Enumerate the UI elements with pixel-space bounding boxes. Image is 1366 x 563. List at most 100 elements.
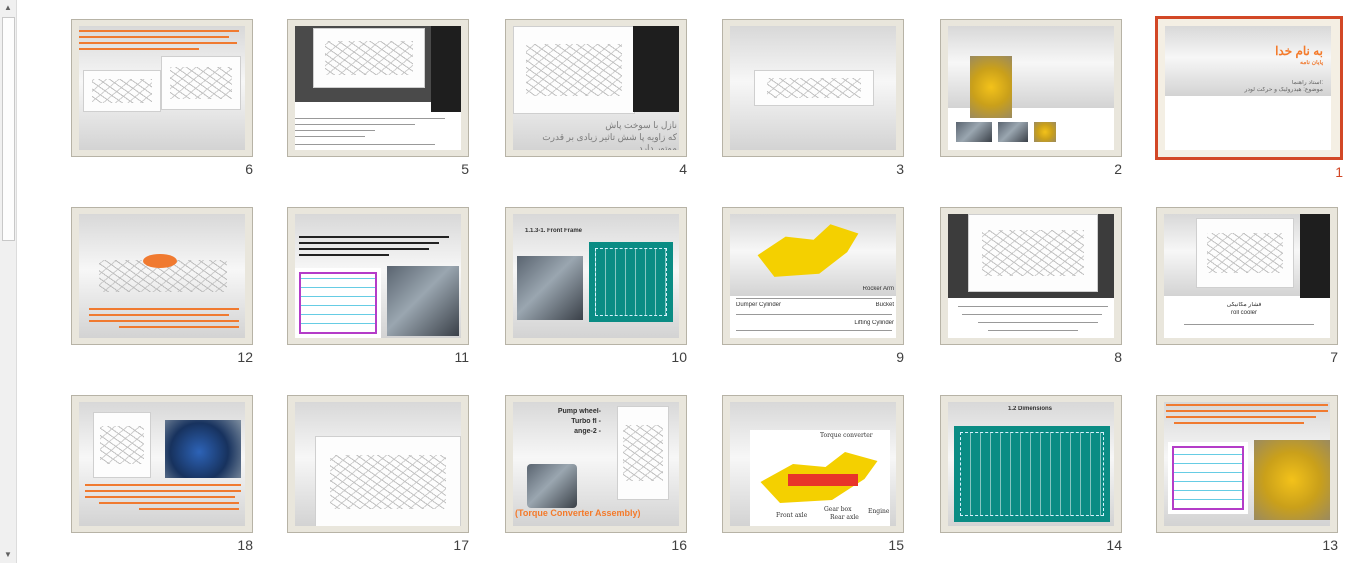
slide-content: Torque converter Front axle Gear box Rea… <box>730 402 896 526</box>
slide-thumbnail-15[interactable]: Torque converter Front axle Gear box Rea… <box>722 395 904 553</box>
text-line <box>736 298 892 299</box>
slide-thumbnail-3[interactable]: 3 <box>722 19 904 177</box>
slide-number: 7 <box>1330 349 1338 365</box>
slide-number: 8 <box>1114 349 1122 365</box>
slide-number: 9 <box>896 349 904 365</box>
text-line <box>99 502 239 504</box>
slide-diagram <box>161 56 241 110</box>
slide-heading: 1.2 Dimensions <box>1008 406 1053 412</box>
text-line <box>89 320 239 322</box>
slide-content <box>730 26 896 150</box>
slide-thumbnail-13[interactable]: 13 <box>1156 395 1338 553</box>
slide-label: roll cooler <box>1230 310 1257 316</box>
slide-label: Rocker Arm <box>862 286 894 292</box>
slide-content: Pump wheel- Turbo fl - ange-2 - (Torque … <box>513 402 679 526</box>
slide-diagram <box>513 26 635 114</box>
slide-label: فشار مکانیکی <box>1226 302 1262 308</box>
text-line <box>295 144 435 145</box>
text-line <box>299 236 449 238</box>
slide-thumbnail-10[interactable]: 1.1.3-1. Front Frame 10 <box>505 207 687 365</box>
slide-photo <box>1254 440 1330 520</box>
scroll-down-arrow-icon[interactable]: ▼ <box>0 547 16 563</box>
slide-bullet: Turbo fl - <box>571 418 601 425</box>
slide-label: Engine <box>868 508 890 515</box>
vertical-scrollbar[interactable]: ▲ ▼ <box>0 0 17 563</box>
slide-diagram <box>83 70 161 112</box>
slide-thumbnail-17[interactable]: 17 <box>287 395 469 553</box>
slide-content: 1.2 Dimensions <box>948 402 1114 526</box>
slide-thumbnail-5[interactable]: 5 <box>287 19 469 177</box>
slide-diagram <box>315 436 461 526</box>
slide-label: Front axle <box>776 512 808 519</box>
slide-thumbnail-12[interactable]: 12 <box>71 207 253 365</box>
text-line <box>89 314 229 316</box>
text-line <box>295 130 375 131</box>
slide-content <box>79 402 245 526</box>
drivetrain-shape <box>788 474 858 486</box>
slide-thumbnail-9[interactable]: Rocker Arm Bucket Dumper Cylinder Liftin… <box>722 207 904 365</box>
text-line <box>295 136 365 137</box>
slide-thumbnail-1[interactable]: به نام خدا پایان نامه استاد راهنما: موضو… <box>1155 16 1343 180</box>
slide-content <box>948 214 1114 338</box>
text-line <box>1166 404 1328 406</box>
slide-thumbnail-4[interactable]: نازل با سوخت پاش که زاویه پا شش تاثیر زی… <box>505 19 687 177</box>
slide-number: 15 <box>888 537 904 553</box>
slide-diagram <box>954 426 1110 522</box>
scroll-thumb[interactable] <box>2 17 15 241</box>
slide-thumbnail-2[interactable]: 2 <box>940 19 1122 177</box>
slide-content: به نام خدا پایان نامه استاد راهنما: موضو… <box>1165 26 1331 150</box>
slide-thumbnail-14[interactable]: 1.2 Dimensions 14 <box>940 395 1122 553</box>
text-line <box>295 118 445 119</box>
text-line <box>1166 416 1316 418</box>
slide-thumbnail-18[interactable]: 18 <box>71 395 253 553</box>
text-line <box>79 30 239 32</box>
slide-diagram <box>1196 218 1294 288</box>
slide-number: 12 <box>237 349 253 365</box>
slide-photo <box>527 464 577 508</box>
scroll-up-arrow-icon[interactable]: ▲ <box>0 0 16 16</box>
slide-thumbnail-8[interactable]: 8 <box>940 207 1122 365</box>
slide-content <box>1164 402 1330 526</box>
slide-content <box>948 26 1114 150</box>
slide-sorter-grid: به نام خدا پایان نامه استاد راهنما: موضو… <box>16 0 1366 563</box>
slide-thumbnail-6[interactable]: 6 <box>71 19 253 177</box>
slide-content <box>79 214 245 338</box>
slide-diagram <box>93 412 151 478</box>
slide-text-line: استاد راهنما: <box>1291 80 1323 86</box>
text-line <box>85 496 235 498</box>
text-line <box>299 248 429 250</box>
slide-number: 2 <box>1114 161 1122 177</box>
slide-photo <box>970 56 1012 118</box>
slide-number: 13 <box>1322 537 1338 553</box>
slide-number: 14 <box>1106 537 1122 553</box>
slide-thumbnail-16[interactable]: Pump wheel- Turbo fl - ange-2 - (Torque … <box>505 395 687 553</box>
slide-content <box>295 402 461 526</box>
slide-thumbnail-11[interactable]: 11 <box>287 207 469 365</box>
slide-diagram <box>295 268 381 338</box>
slide-number: 1 <box>1335 164 1343 180</box>
slide-callout <box>143 254 177 268</box>
text-line <box>988 330 1078 331</box>
slide-label: Rear axle <box>830 514 859 521</box>
slide-thumbnail-7[interactable]: فشار مکانیکی roll cooler 7 <box>1156 207 1338 365</box>
text-line <box>79 36 229 38</box>
text-line <box>978 322 1098 323</box>
slide-content: فشار مکانیکی roll cooler <box>1164 214 1330 338</box>
text-line <box>139 508 239 510</box>
slide-number: 4 <box>679 161 687 177</box>
text-line <box>299 242 439 244</box>
slide-dark-panel <box>633 26 679 112</box>
slide-caption: نازل با سوخت پاش <box>605 120 677 130</box>
slide-diagram <box>313 28 425 88</box>
text-line <box>1174 422 1304 424</box>
text-line <box>295 124 415 125</box>
slide-bullet: Pump wheel- <box>557 408 601 415</box>
text-line <box>79 48 199 50</box>
slide-number: 17 <box>453 537 469 553</box>
text-line <box>85 484 241 486</box>
text-line <box>299 254 389 256</box>
slide-dark-panel <box>1300 214 1330 298</box>
slide-number: 6 <box>245 161 253 177</box>
text-line <box>85 490 241 492</box>
slide-dark-panel <box>431 26 461 112</box>
